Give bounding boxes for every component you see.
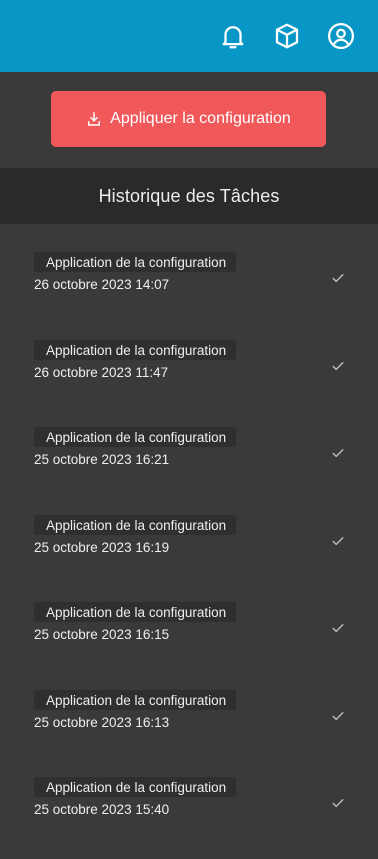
task-item[interactable]: Application de la configuration 25 octobr… <box>0 509 378 597</box>
check-icon <box>330 445 346 461</box>
user-icon <box>328 23 354 49</box>
task-item[interactable]: Application de la configuration 25 octobr… <box>0 421 378 509</box>
task-date: 25 octobre 2023 16:15 <box>34 627 170 642</box>
account-button[interactable] <box>324 19 358 53</box>
task-title: Application de la configuration <box>34 602 237 622</box>
apply-configuration-label: Appliquer la configuration <box>110 110 291 127</box>
task-date: 26 octobre 2023 14:07 <box>34 277 170 292</box>
task-history-list: Application de la configuration 26 octobr… <box>0 224 378 859</box>
task-date: 25 octobre 2023 16:19 <box>34 539 170 555</box>
task-item[interactable]: Application de la configuration 26 octobr… <box>0 334 378 422</box>
box-icon <box>275 23 299 49</box>
task-item[interactable]: Application de la configuration 26 octobr… <box>0 246 378 334</box>
task-history-title: Historique des Tâches <box>0 168 378 224</box>
task-title: Application de la configuration <box>34 427 237 447</box>
check-icon <box>330 358 346 374</box>
apply-section: Appliquer la configuration <box>0 72 378 168</box>
check-icon <box>330 620 346 636</box>
apply-configuration-button[interactable]: Appliquer la configuration <box>50 91 326 147</box>
task-title: Application de la configuration <box>34 339 237 360</box>
top-bar <box>0 0 378 72</box>
task-date: 26 octobre 2023 11:47 <box>34 364 169 380</box>
check-icon <box>330 708 346 724</box>
package-button[interactable] <box>270 19 304 53</box>
check-icon <box>330 795 346 811</box>
task-item[interactable]: Application de la configuration 25 octobr… <box>0 596 378 684</box>
task-title: Application de la configuration <box>34 689 237 710</box>
task-date: 25 octobre 2023 15:40 <box>34 802 170 817</box>
task-item[interactable]: Application de la configuration 25 octobr… <box>0 684 378 772</box>
task-item[interactable]: Application de la configuration 25 octobr… <box>0 771 378 859</box>
bell-icon <box>222 26 244 49</box>
download-icon <box>88 112 101 126</box>
task-date: 25 octobre 2023 16:13 <box>34 714 170 730</box>
notifications-button[interactable] <box>216 19 250 53</box>
task-title: Application de la configuration <box>34 514 237 535</box>
task-title: Application de la configuration <box>34 777 237 797</box>
task-title: Application de la configuration <box>34 252 237 272</box>
check-icon <box>330 270 346 286</box>
task-date: 25 octobre 2023 16:21 <box>34 452 170 467</box>
check-icon <box>330 533 346 549</box>
